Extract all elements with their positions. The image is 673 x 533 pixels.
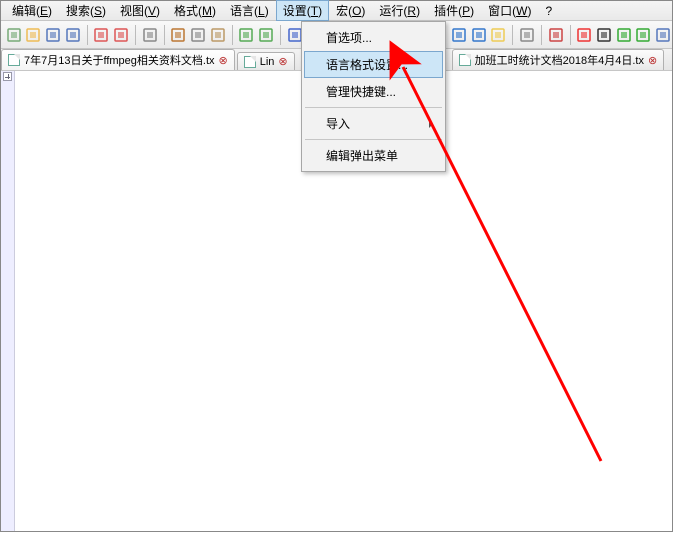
menu-item-0[interactable]: 首选项... [304, 24, 443, 51]
unfold-button[interactable] [490, 26, 508, 44]
toolbar-separator [570, 25, 571, 45]
cut-button[interactable] [170, 26, 188, 44]
play-macro-button[interactable] [615, 26, 633, 44]
file-icon [8, 54, 20, 66]
save-button[interactable] [44, 26, 62, 44]
indent-guide-button[interactable] [450, 26, 468, 44]
menu-l[interactable]: 语言(L) [223, 0, 276, 21]
close-icon[interactable]: ⊗ [219, 54, 228, 67]
file-tab-2[interactable]: 加班工时统计文档2018年4月4日.tx ⊗ [452, 49, 665, 70]
settings-dropdown-menu: 首选项...语言格式设置...管理快捷键... 导入编辑弹出菜单 [301, 21, 446, 172]
menu-v[interactable]: 视图(V) [113, 0, 167, 21]
menu-w[interactable]: 窗口(W) [481, 0, 538, 21]
save-macro-button[interactable] [654, 26, 672, 44]
doc-list-button[interactable] [547, 26, 565, 44]
menu-item-4[interactable]: 导入 [304, 110, 443, 137]
save-all-button[interactable] [64, 26, 82, 44]
tab-label: Lin [260, 56, 275, 68]
close-icon[interactable]: ⊗ [648, 54, 657, 67]
open-file-button[interactable] [25, 26, 43, 44]
menu-item-1[interactable]: 语言格式设置... [304, 51, 443, 78]
file-tab-0[interactable]: 7年7月13日关于ffmpeg相关资料文档.tx ⊗ [1, 49, 235, 70]
hidden-button[interactable] [518, 26, 536, 44]
menu-item-2[interactable]: 管理快捷键... [304, 78, 443, 105]
toolbar-separator [135, 25, 136, 45]
menu-r[interactable]: 运行(R) [372, 0, 427, 21]
submenu-arrow-icon [429, 120, 437, 128]
copy-button[interactable] [189, 26, 207, 44]
stop-macro-button[interactable] [595, 26, 613, 44]
play-multi-button[interactable] [635, 26, 653, 44]
toolbar-separator [232, 25, 233, 45]
paste-button[interactable] [209, 26, 227, 44]
toolbar-separator [164, 25, 165, 45]
menu-help[interactable]: ? [538, 2, 559, 20]
undo-button[interactable] [238, 26, 256, 44]
toolbar-separator [541, 25, 542, 45]
tab-label: 7年7月13日关于ffmpeg相关资料文档.tx [24, 52, 215, 68]
print-button[interactable] [141, 26, 159, 44]
close-icon[interactable]: ⊗ [278, 55, 287, 68]
close-all-button[interactable] [112, 26, 130, 44]
toolbar-separator [87, 25, 88, 45]
fold-button[interactable] [470, 26, 488, 44]
redo-button[interactable] [257, 26, 275, 44]
menu-p[interactable]: 插件(P) [427, 0, 481, 21]
menu-o[interactable]: 宏(O) [329, 0, 372, 21]
menu-item-6[interactable]: 编辑弹出菜单 [304, 142, 443, 169]
menu-bar: 编辑(E)搜索(S)视图(V)格式(M)语言(L)设置(T)宏(O)运行(R)插… [1, 1, 672, 21]
menu-m[interactable]: 格式(M) [167, 0, 223, 21]
file-icon [459, 54, 471, 66]
record-macro-button[interactable] [576, 26, 594, 44]
new-file-button[interactable] [5, 26, 23, 44]
toolbar-separator [512, 25, 513, 45]
file-icon [244, 56, 256, 68]
menu-separator [305, 139, 442, 140]
file-tab-1[interactable]: Lin⊗ [237, 52, 295, 70]
menu-t[interactable]: 设置(T) [276, 0, 329, 21]
menu-s[interactable]: 搜索(S) [59, 0, 113, 21]
close-button[interactable] [93, 26, 111, 44]
menu-e[interactable]: 编辑(E) [5, 0, 59, 21]
menu-separator [305, 107, 442, 108]
fold-toggle-icon[interactable] [3, 72, 12, 81]
tab-label: 加班工时统计文档2018年4月4日.tx [475, 52, 644, 68]
toolbar-separator [280, 25, 281, 45]
editor-gutter [1, 71, 15, 531]
